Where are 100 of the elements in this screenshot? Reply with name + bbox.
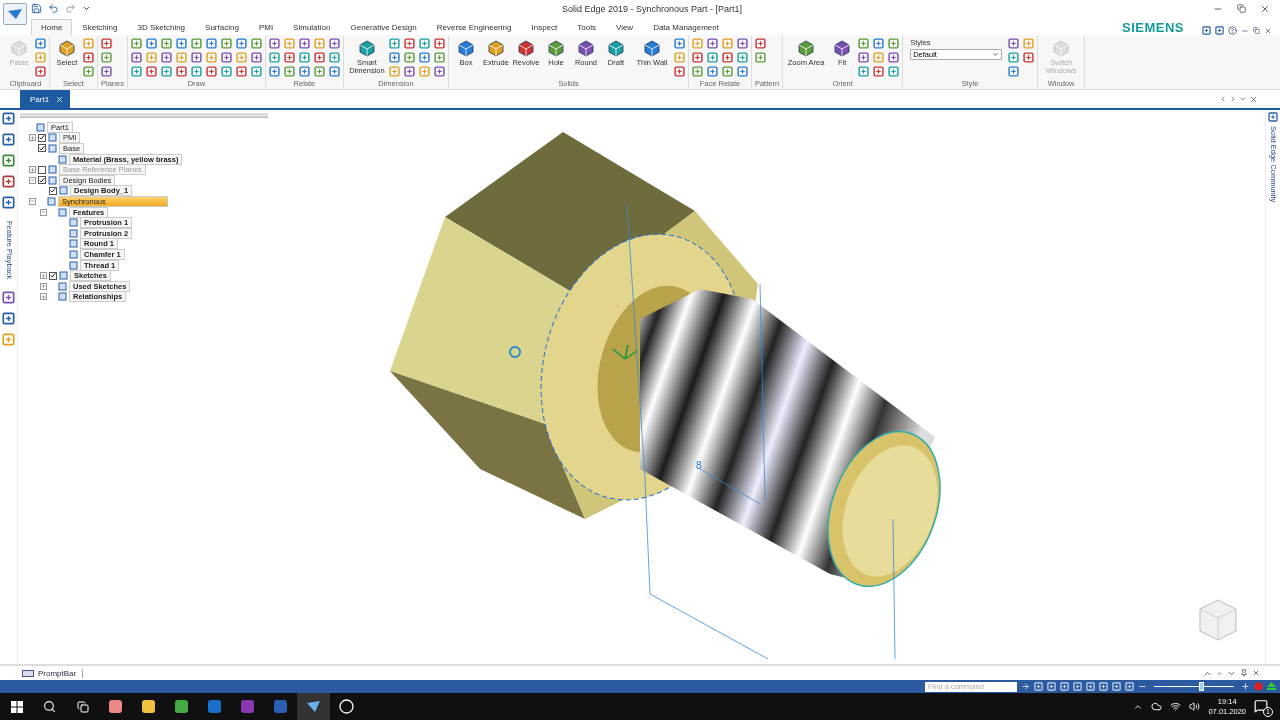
tool-icon[interactable]	[268, 66, 280, 77]
tool-icon[interactable]	[175, 66, 187, 77]
checkbox[interactable]	[38, 176, 46, 185]
slider-thumb[interactable]	[1199, 682, 1204, 691]
checkbox[interactable]	[49, 271, 57, 280]
tool-icon[interactable]	[268, 52, 280, 63]
tool-icon[interactable]	[858, 38, 870, 49]
panel-icon[interactable]	[2, 312, 15, 326]
tool-icon[interactable]	[283, 66, 295, 77]
caret-icon[interactable]	[1239, 95, 1247, 103]
tool-icon[interactable]	[1023, 52, 1035, 63]
scroll-right-icon[interactable]	[1229, 95, 1237, 103]
tool-icon[interactable]	[888, 66, 900, 77]
tool-icon[interactable]	[721, 66, 733, 77]
redo-icon[interactable]	[65, 3, 76, 14]
close-icon[interactable]	[55, 94, 65, 104]
view-tool-icon[interactable]	[1034, 682, 1043, 691]
ribbon-tab[interactable]: Data Management	[643, 19, 729, 35]
panel-icon[interactable]	[2, 196, 15, 209]
tool-icon[interactable]	[858, 52, 870, 63]
view-tool-icon[interactable]	[1086, 682, 1095, 691]
tool-icon[interactable]	[220, 38, 232, 49]
tool-icon[interactable]	[83, 52, 94, 63]
tool-icon[interactable]	[673, 66, 685, 77]
tool-icon[interactable]	[736, 52, 748, 63]
tool-icon[interactable]	[313, 66, 325, 77]
tool-icon[interactable]	[220, 66, 232, 77]
tool-icon[interactable]	[433, 38, 445, 49]
checkbox[interactable]	[38, 144, 46, 153]
tool-icon[interactable]	[101, 38, 112, 49]
tool-icon[interactable]	[35, 38, 46, 49]
tool-icon[interactable]	[283, 52, 295, 63]
restore-icon[interactable]	[1237, 3, 1246, 13]
panel-icon[interactable]	[2, 175, 15, 188]
ribbon-tab[interactable]: Home	[31, 19, 73, 35]
view-tool-icon[interactable]	[1060, 682, 1069, 691]
tool-icon[interactable]	[418, 52, 430, 63]
panel-icon[interactable]	[2, 112, 15, 125]
tool-icon[interactable]	[888, 52, 900, 63]
tool-icon[interactable]	[873, 66, 885, 77]
tool-icon[interactable]	[433, 66, 445, 77]
tool-icon[interactable]	[298, 38, 310, 49]
tool-icon[interactable]	[403, 52, 415, 63]
tool-icon[interactable]	[754, 38, 766, 49]
ribbon-tab[interactable]: Surfacing	[195, 19, 249, 35]
panel-icon[interactable]	[1268, 112, 1278, 122]
tool-icon[interactable]	[1008, 66, 1020, 77]
tool-icon[interactable]	[101, 52, 112, 63]
close-icon[interactable]	[1252, 669, 1260, 677]
panel-icon[interactable]	[2, 291, 15, 305]
notification-icon[interactable]	[1254, 698, 1268, 713]
tool-icon[interactable]	[754, 52, 766, 63]
tool-icon[interactable]	[736, 66, 748, 77]
tool-icon[interactable]	[101, 66, 112, 77]
tool-icon[interactable]	[130, 38, 142, 49]
view-tool-icon[interactable]	[1099, 682, 1108, 691]
tool-icon[interactable]	[418, 38, 430, 49]
tool-icon[interactable]	[858, 66, 870, 77]
panel-icon[interactable]	[1202, 26, 1211, 35]
close-icon[interactable]	[1260, 3, 1270, 14]
zoom-in-icon[interactable]	[1241, 682, 1250, 691]
document-tab[interactable]: Part1	[20, 90, 71, 108]
undo-icon[interactable]	[48, 3, 59, 14]
panel-icon[interactable]	[2, 133, 15, 146]
volume-icon[interactable]	[1189, 701, 1201, 712]
close-icon[interactable]	[1249, 94, 1258, 104]
ribbon-tab[interactable]: 3D Sketching	[127, 19, 196, 35]
tool-icon[interactable]	[403, 38, 415, 49]
tool-icon[interactable]	[313, 52, 325, 63]
tool-icon[interactable]	[888, 38, 900, 49]
tool-icon[interactable]	[706, 38, 718, 49]
application-button[interactable]	[3, 3, 27, 25]
tool-icon[interactable]	[388, 38, 400, 49]
ribbon-tab[interactable]: Generative Design	[340, 19, 427, 35]
ribbon-tab[interactable]: View	[605, 19, 644, 35]
tool-icon[interactable]	[298, 52, 310, 63]
tool-icon[interactable]	[691, 66, 703, 77]
tool-icon[interactable]	[205, 66, 217, 77]
ribbon-tab[interactable]: Inspect	[521, 19, 568, 35]
tool-icon[interactable]	[1008, 52, 1020, 63]
checkbox[interactable]	[49, 186, 57, 195]
cloud-icon[interactable]	[1151, 701, 1163, 712]
collapse-icon[interactable]	[29, 197, 36, 205]
tool-icon[interactable]	[160, 52, 172, 63]
tool-icon[interactable]	[721, 52, 733, 63]
prompt-bar-label[interactable]: PromptBar	[38, 668, 84, 678]
tool-icon[interactable]	[205, 38, 217, 49]
tool-icon[interactable]	[388, 52, 400, 63]
restore-icon[interactable]	[1253, 27, 1260, 34]
view-tool-icon[interactable]	[1125, 682, 1134, 691]
tool-icon[interactable]	[403, 66, 415, 77]
tool-icon[interactable]	[35, 66, 46, 77]
tool-icon[interactable]	[160, 66, 172, 77]
close-icon[interactable]	[1264, 26, 1272, 35]
arrow-icon[interactable]	[1021, 682, 1030, 691]
caret-icon[interactable]	[82, 4, 91, 13]
tool-icon[interactable]	[298, 66, 310, 77]
tool-icon[interactable]	[691, 52, 703, 63]
tool-icon[interactable]	[250, 66, 262, 77]
tool-icon[interactable]	[190, 38, 202, 49]
